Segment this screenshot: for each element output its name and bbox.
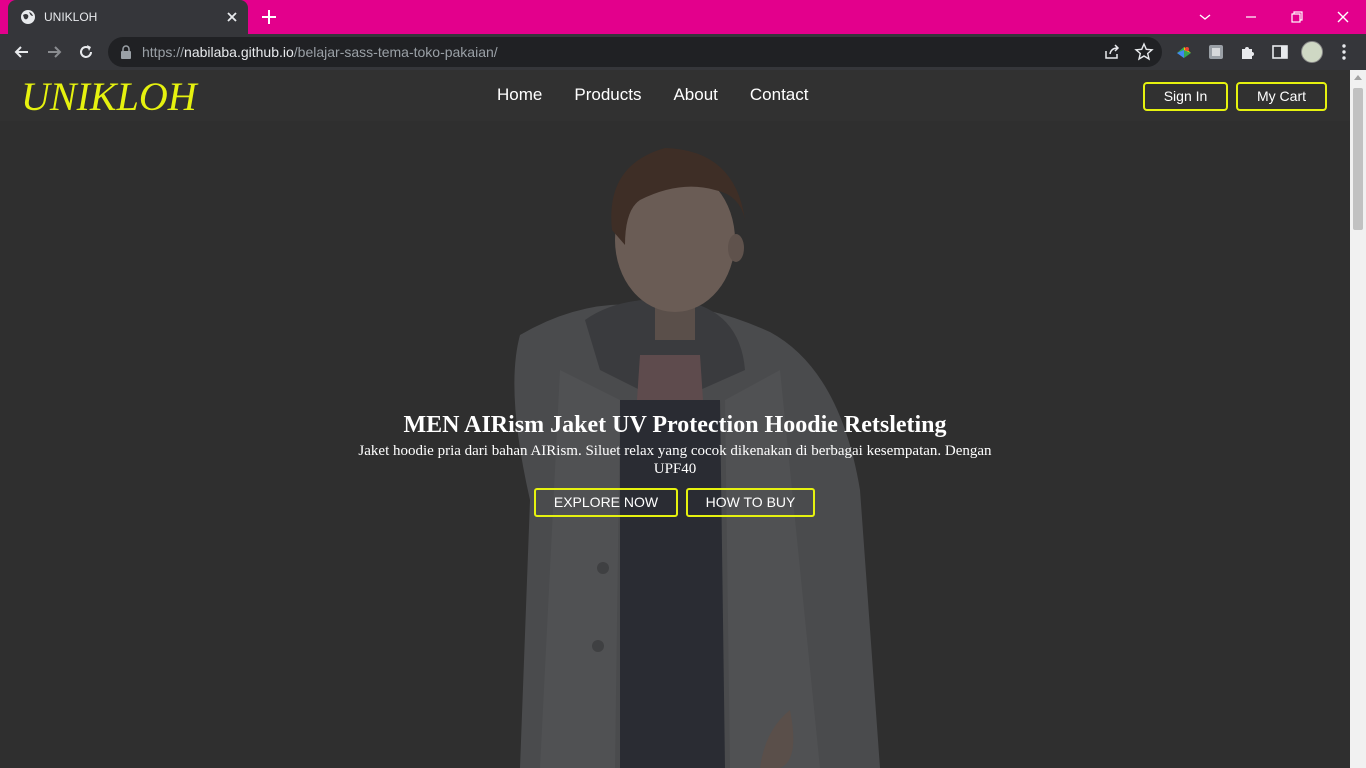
nav-link-home[interactable]: Home <box>497 84 542 106</box>
back-arrow-icon[interactable] <box>12 42 32 62</box>
tab-search-chevron-icon[interactable] <box>1193 5 1217 29</box>
close-tab-icon[interactable] <box>224 9 240 25</box>
scroll-thumb[interactable] <box>1353 88 1363 230</box>
tab-title: UNIKLOH <box>44 10 98 24</box>
side-panel-icon[interactable] <box>1270 42 1290 62</box>
new-tab-icon[interactable] <box>260 8 278 26</box>
page-scrollbar[interactable] <box>1350 70 1366 768</box>
url-text: https://nabilaba.github.io/belajar-sass-… <box>142 44 498 60</box>
scroll-up-arrow-icon[interactable] <box>1354 75 1362 80</box>
how-to-buy-button[interactable]: HOW TO BUY <box>686 488 815 517</box>
hero-description: Jaket hoodie pria dari bahan AIRism. Sil… <box>358 443 992 477</box>
minimize-icon[interactable] <box>1239 5 1263 29</box>
sign-in-button[interactable]: Sign In <box>1143 82 1228 111</box>
hero-text-block: MEN AIRism Jaket UV Protection Hoodie Re… <box>325 408 1025 478</box>
main-nav: Home Products About Contact <box>497 84 840 106</box>
url-scheme: https:// <box>142 44 185 60</box>
nav-link-contact[interactable]: Contact <box>750 84 809 106</box>
url-host: nabilaba.github.io <box>184 44 294 60</box>
address-bar[interactable]: https://nabilaba.github.io/belajar-sass-… <box>108 37 1162 67</box>
nav-link-products[interactable]: Products <box>574 84 641 106</box>
share-icon[interactable] <box>1102 42 1122 62</box>
nav-link-about[interactable]: About <box>673 84 717 106</box>
explore-now-button[interactable]: EXPLORE NOW <box>534 488 678 517</box>
site-logo[interactable]: UNIKLOH <box>21 74 197 120</box>
reload-icon[interactable] <box>76 42 96 62</box>
close-window-icon[interactable] <box>1331 5 1355 29</box>
profile-avatar[interactable] <box>1301 41 1323 63</box>
hero-title: MEN AIRism Jaket UV Protection Hoodie Re… <box>403 412 947 438</box>
more-menu-icon[interactable] <box>1334 42 1354 62</box>
restore-icon[interactable] <box>1285 5 1309 29</box>
lock-icon[interactable] <box>120 45 132 59</box>
browser-tabstrip: UNIKLOH <box>0 0 1366 34</box>
browser-tab[interactable]: UNIKLOH <box>8 0 248 34</box>
extension-color-icon[interactable] <box>1174 42 1194 62</box>
extensions-puzzle-icon[interactable] <box>1238 42 1258 62</box>
globe-icon <box>21 10 35 24</box>
page-viewport: UNIKLOH Home Products About Contact Sign… <box>0 70 1350 768</box>
forward-arrow-icon[interactable] <box>44 42 64 62</box>
site-navbar: UNIKLOH Home Products About Contact Sign… <box>0 70 1350 121</box>
extension-gray-icon[interactable] <box>1206 42 1226 62</box>
url-path: /belajar-sass-tema-toko-pakaian/ <box>293 44 498 60</box>
my-cart-button[interactable]: My Cart <box>1236 82 1327 111</box>
bookmark-star-icon[interactable] <box>1134 42 1154 62</box>
browser-toolbar: https://nabilaba.github.io/belajar-sass-… <box>0 34 1366 70</box>
